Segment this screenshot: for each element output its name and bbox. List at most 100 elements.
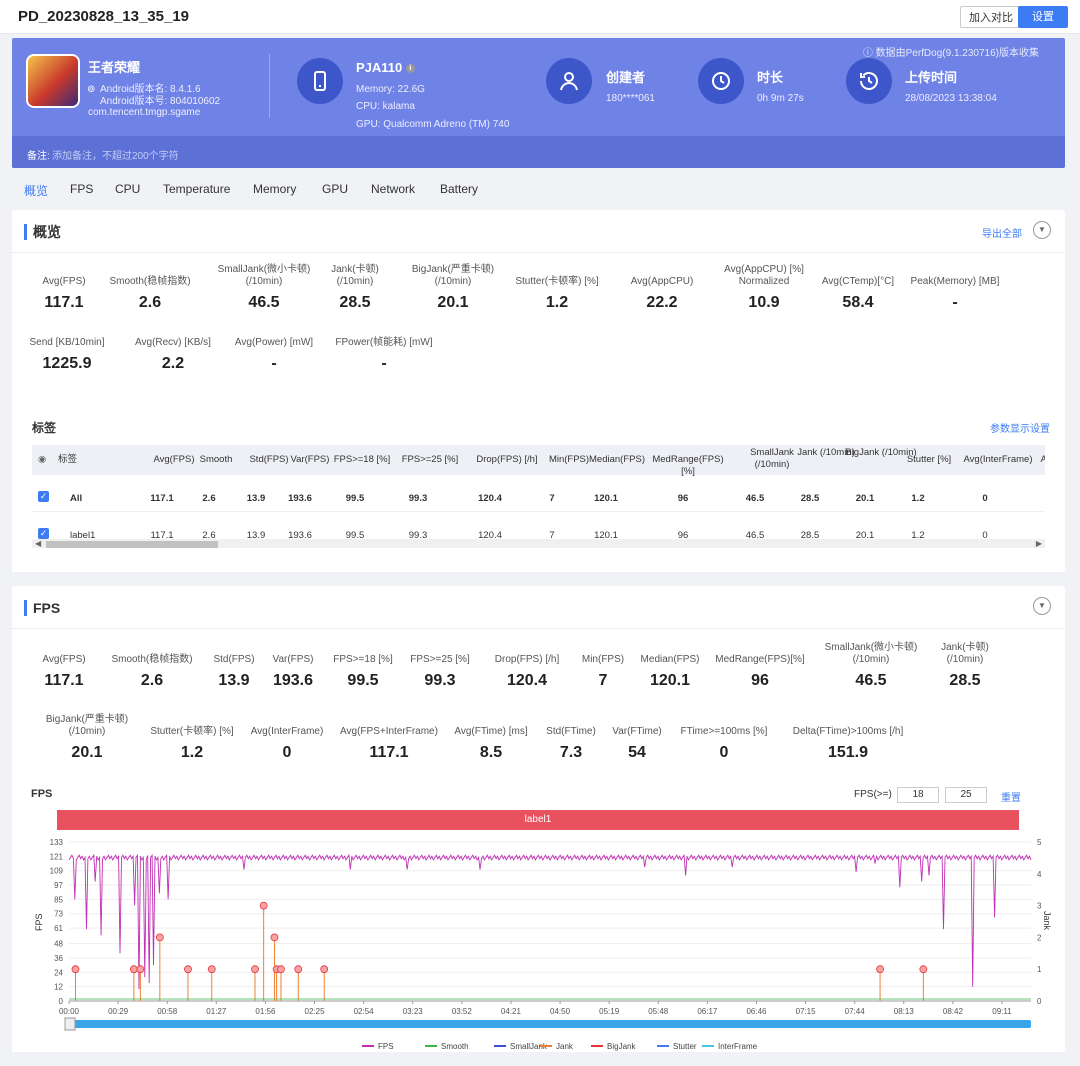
export-all-link[interactable]: 导出全部 <box>982 225 1022 240</box>
tab-fps[interactable]: FPS <box>70 182 93 196</box>
settings-button[interactable]: 设置 <box>1018 6 1068 28</box>
y2-tick-label: 1 <box>1037 965 1042 974</box>
x-tick-label: 07:44 <box>845 1007 866 1016</box>
metric-label: Jank(卡顿) <box>941 642 989 653</box>
y-tick-label: 109 <box>50 867 64 876</box>
zoom-slider <box>69 1020 1031 1028</box>
metric-label: Stutter(卡顿率) [%] <box>515 276 599 287</box>
collect-note: ⓘ 数据由PerfDog(9.1.230716)版本收集 <box>862 48 1039 59</box>
metric-label: MedRange(FPS)[%] <box>715 654 805 665</box>
y-tick-label: 0 <box>59 997 64 1006</box>
metric-value: 20.1 <box>71 744 103 761</box>
collapse-fps-icon[interactable]: ▼ <box>1033 597 1051 615</box>
fps-chart-svg: 1331211099785736148362412054321000:00 00:… <box>34 838 1052 1051</box>
overview-card: 概览 导出全部 ▼ Avg(FPS) 117.1 Smooth(稳帧指数) 2.6 Sm… <box>12 210 1065 572</box>
y-tick-label: 133 <box>50 838 64 847</box>
scroll-left-icon[interactable]: ◀ <box>35 539 41 548</box>
app-name: 王者荣耀 <box>88 60 141 75</box>
row-checkbox[interactable]: ✓ <box>38 528 49 539</box>
metric: Stutter(卡顿率) [%] 1.2 <box>497 276 617 312</box>
eye-icon[interactable]: ◉ <box>38 454 46 465</box>
scroll-right-icon[interactable]: ▶ <box>1036 539 1042 548</box>
metric-label: Avg(Power) [mW] <box>234 337 314 348</box>
table-header-cell[interactable]: Median(FPS) <box>587 454 647 466</box>
device-name: PJA110 i <box>356 60 415 75</box>
metric: Send [KB/10min] 1225.9 <box>7 337 127 373</box>
metric: BigJank(严重卡顿) (/10min) 20.1 <box>27 714 147 762</box>
creator-value: 180****061 <box>606 93 655 104</box>
app-icon <box>26 54 80 108</box>
table-cell: 46.5 <box>745 493 765 504</box>
table-header-cell[interactable]: Avg(FF <box>1026 454 1045 466</box>
row-checkbox[interactable]: ✓ <box>38 491 49 502</box>
info-icon[interactable]: i <box>405 64 415 74</box>
metric-value: - <box>952 294 958 311</box>
y-tick-label: 48 <box>54 940 63 949</box>
legend-label: Jank <box>556 1042 574 1051</box>
tab-memory[interactable]: Memory <box>253 182 296 196</box>
legend-label: BigJank <box>607 1042 636 1051</box>
user-icon <box>546 58 592 104</box>
add-compare-button[interactable]: 加入对比 <box>960 6 1022 28</box>
table-header-cell[interactable]: Drop(FPS) [/h] <box>471 454 543 466</box>
metric: Jank(卡顿) (/10min) 28.5 <box>905 642 1025 690</box>
metric-value: 96 <box>751 672 769 689</box>
table-header-cell[interactable]: 标签 <box>58 454 77 466</box>
bigjank-point <box>155 933 164 942</box>
bigjank-point <box>184 965 192 974</box>
y-tick-label: 12 <box>54 983 63 992</box>
x-tick-label: 03:52 <box>452 1007 473 1016</box>
scroll-thumb[interactable] <box>46 541 218 548</box>
table-cell: 96 <box>677 493 689 504</box>
android-icon: ⊚ <box>87 84 96 95</box>
table-cell: 1.2 <box>911 493 925 504</box>
table-header-cell[interactable]: MedRange(FPS)[%] <box>652 454 724 478</box>
x-tick-label: 05:48 <box>648 1007 669 1016</box>
metric: Avg(Power) [mW] - <box>214 337 334 373</box>
tags-title: 标签 <box>32 421 57 435</box>
bigjank-point <box>71 965 80 974</box>
upload-label: 上传时间 <box>905 70 958 85</box>
x-tick-label: 08:13 <box>894 1007 915 1016</box>
table-header-cell[interactable]: FPS>=18 [%] <box>332 454 392 466</box>
package-name: com.tencent.tmgp.sgame <box>88 107 201 118</box>
fps-chart[interactable]: label1 133 121 109 97 85 73 61 48 36 24 12 0 5 4 3 2 1 0 0… <box>32 796 1052 1066</box>
y2-tick-label: 3 <box>1037 902 1042 911</box>
legend-label: Smooth <box>441 1042 469 1051</box>
table-header-cell[interactable]: Var(FPS) <box>280 454 340 466</box>
x-tick-label: 06:46 <box>746 1007 767 1016</box>
param-settings-link[interactable]: 参数显示设置 <box>990 420 1050 435</box>
device-memory: Memory: 22.6G <box>356 84 425 95</box>
clock-icon <box>698 58 744 104</box>
tab-network[interactable]: Network <box>371 182 415 196</box>
table-cell: 117.1 <box>150 493 174 504</box>
table-header-cell[interactable]: Smooth <box>186 454 246 466</box>
collapse-overview-icon[interactable]: ▼ <box>1033 221 1051 239</box>
remark-bar[interactable]: 备注: 添加备注，不超过200个字符 <box>12 136 1065 168</box>
tab-overview[interactable]: 概览 <box>24 182 48 199</box>
metric-value: 28.5 <box>949 672 981 689</box>
bigjank-point <box>277 965 285 974</box>
table-cell: 99.3 <box>408 493 428 504</box>
table-header-cell[interactable]: Avg(InterFrame) <box>962 454 1034 466</box>
table-scrollbar[interactable]: ◀ ▶ <box>32 539 1045 548</box>
y-tick-label: 97 <box>54 881 63 890</box>
tab-battery[interactable]: Battery <box>440 182 478 196</box>
bigjank-point <box>136 965 145 974</box>
y-tick-label: 73 <box>54 910 63 919</box>
table-cell: 193.6 <box>288 493 312 504</box>
legend-label: InterFrame <box>718 1042 758 1051</box>
tab-cpu[interactable]: CPU <box>115 182 140 196</box>
phone-icon <box>297 58 343 104</box>
metric: Peak(Memory) [MB] - <box>895 276 1015 312</box>
remark-input[interactable]: 添加备注，不超过200个字符 <box>52 147 179 162</box>
device-gpu: GPU: Qualcomm Adreno (TM) 740 <box>356 119 510 130</box>
table-header-cell[interactable]: Stutter [%] <box>899 454 959 466</box>
table-header-cell[interactable]: FPS>=25 [%] <box>400 454 460 466</box>
metric-label: Delta(FTime)>100ms [/h] <box>792 726 904 737</box>
metric-value: 1225.9 <box>42 355 92 372</box>
row-label: All <box>70 493 83 504</box>
tab-gpu[interactable]: GPU <box>322 182 348 196</box>
tab-temperature[interactable]: Temperature <box>163 182 230 196</box>
x-tick-label: 03:23 <box>403 1007 424 1016</box>
